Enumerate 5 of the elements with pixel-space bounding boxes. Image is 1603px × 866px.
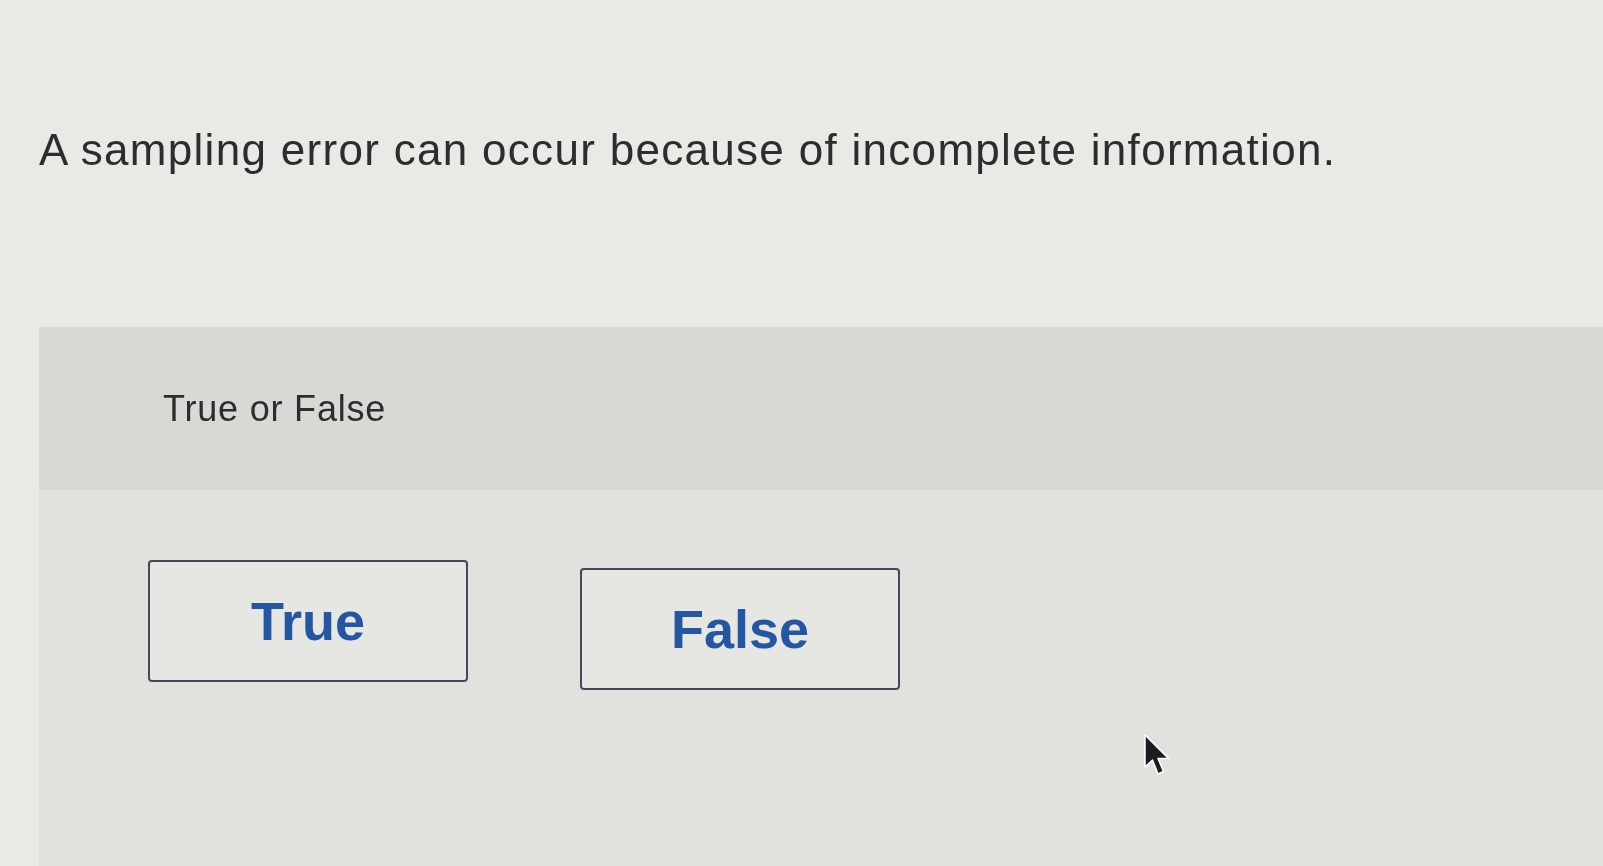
pointer-icon <box>1144 734 1170 776</box>
prompt-text: True or False <box>163 386 387 431</box>
question-text: A sampling error can occur because of incomplete information. <box>39 124 1337 176</box>
answer-button[interactable]: True <box>148 560 468 682</box>
answer-button[interactable]: False <box>580 568 900 690</box>
